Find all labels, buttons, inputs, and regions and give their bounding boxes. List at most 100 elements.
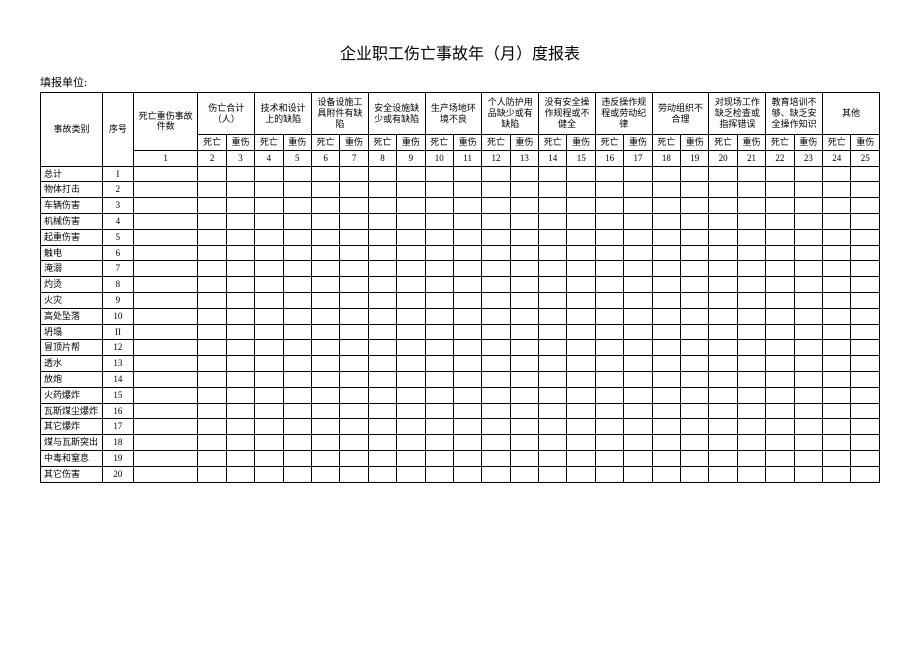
cell-value	[624, 308, 652, 324]
cell-value	[510, 324, 538, 340]
cell-value	[510, 245, 538, 261]
cell-value	[652, 466, 680, 482]
cell-value	[425, 340, 453, 356]
cell-value	[397, 387, 425, 403]
cell-value	[766, 261, 794, 277]
cell-value	[255, 466, 283, 482]
th-group: 生产场地环境不良	[425, 93, 482, 135]
table-row: 火药爆炸15	[41, 387, 880, 403]
cell-value	[425, 356, 453, 372]
th-cat: 事故类别	[41, 93, 103, 167]
cell-value	[709, 229, 737, 245]
cell-value	[766, 387, 794, 403]
th-colnum: 19	[681, 150, 709, 166]
cell-value	[255, 356, 283, 372]
cell-value	[482, 182, 510, 198]
cell-value	[226, 308, 254, 324]
cell-value	[652, 387, 680, 403]
cell-value	[595, 340, 623, 356]
cell-value	[823, 387, 851, 403]
cell-category: 总计	[41, 166, 103, 182]
cell-value	[510, 450, 538, 466]
th-injury: 重伤	[283, 135, 311, 151]
cell-value	[255, 387, 283, 403]
cell-category: 冒顶片帮	[41, 340, 103, 356]
cell-value	[453, 356, 481, 372]
cell-value	[595, 403, 623, 419]
cell-value	[198, 261, 226, 277]
cell-value	[482, 229, 510, 245]
table-row: 车辆伤害3	[41, 198, 880, 214]
cell-value	[425, 277, 453, 293]
cell-value	[652, 245, 680, 261]
cell-value	[737, 245, 765, 261]
cell-value	[652, 229, 680, 245]
cell-value	[823, 198, 851, 214]
cell-value	[226, 466, 254, 482]
cell-value	[283, 166, 311, 182]
cell-value	[766, 435, 794, 451]
cell-value	[766, 277, 794, 293]
th-injury: 重伤	[851, 135, 880, 151]
cell-value	[567, 371, 595, 387]
cell-value	[737, 340, 765, 356]
cell-value	[539, 166, 567, 182]
cell-value	[766, 324, 794, 340]
cell-category: 火灾	[41, 292, 103, 308]
cell-value	[482, 292, 510, 308]
cell-value	[340, 213, 368, 229]
cell-value	[482, 435, 510, 451]
table-row: 放炮14	[41, 371, 880, 387]
cell-value	[226, 292, 254, 308]
th-injury: 重伤	[624, 135, 652, 151]
cell-category: 物体打击	[41, 182, 103, 198]
cell-value	[226, 450, 254, 466]
cell-value	[595, 466, 623, 482]
cell-value	[737, 198, 765, 214]
cell-value	[737, 261, 765, 277]
cell-value	[794, 261, 822, 277]
cell-value	[133, 308, 198, 324]
cell-value	[340, 229, 368, 245]
cell-value	[539, 435, 567, 451]
cell-value	[624, 166, 652, 182]
cell-value	[595, 166, 623, 182]
cell-value	[567, 245, 595, 261]
cell-value	[681, 229, 709, 245]
th-colnum: 4	[255, 150, 283, 166]
cell-seq: 8	[102, 277, 133, 293]
cell-value	[737, 213, 765, 229]
cell-value	[453, 166, 481, 182]
cell-value	[766, 340, 794, 356]
th-colnum: 5	[283, 150, 311, 166]
th-colnum: 9	[397, 150, 425, 166]
cell-value	[198, 356, 226, 372]
th-group: 教育培训不够、缺乏安全操作知识	[766, 93, 823, 135]
cell-value	[482, 356, 510, 372]
cell-category: 淹溺	[41, 261, 103, 277]
cell-value	[255, 166, 283, 182]
cell-value	[624, 198, 652, 214]
cell-seq: 2	[102, 182, 133, 198]
cell-value	[794, 435, 822, 451]
cell-value	[766, 213, 794, 229]
cell-value	[198, 450, 226, 466]
cell-value	[539, 371, 567, 387]
cell-value	[766, 403, 794, 419]
cell-value	[397, 308, 425, 324]
cell-value	[482, 213, 510, 229]
cell-value	[226, 213, 254, 229]
cell-value	[255, 419, 283, 435]
cell-value	[794, 324, 822, 340]
cell-value	[709, 213, 737, 229]
cell-value	[851, 324, 880, 340]
cell-value	[397, 277, 425, 293]
cell-value	[453, 245, 481, 261]
cell-value	[453, 292, 481, 308]
cell-value	[283, 182, 311, 198]
cell-value	[453, 371, 481, 387]
cell-value	[510, 387, 538, 403]
cell-value	[595, 182, 623, 198]
unit-label: 填报单位:	[40, 74, 880, 90]
cell-value	[539, 324, 567, 340]
